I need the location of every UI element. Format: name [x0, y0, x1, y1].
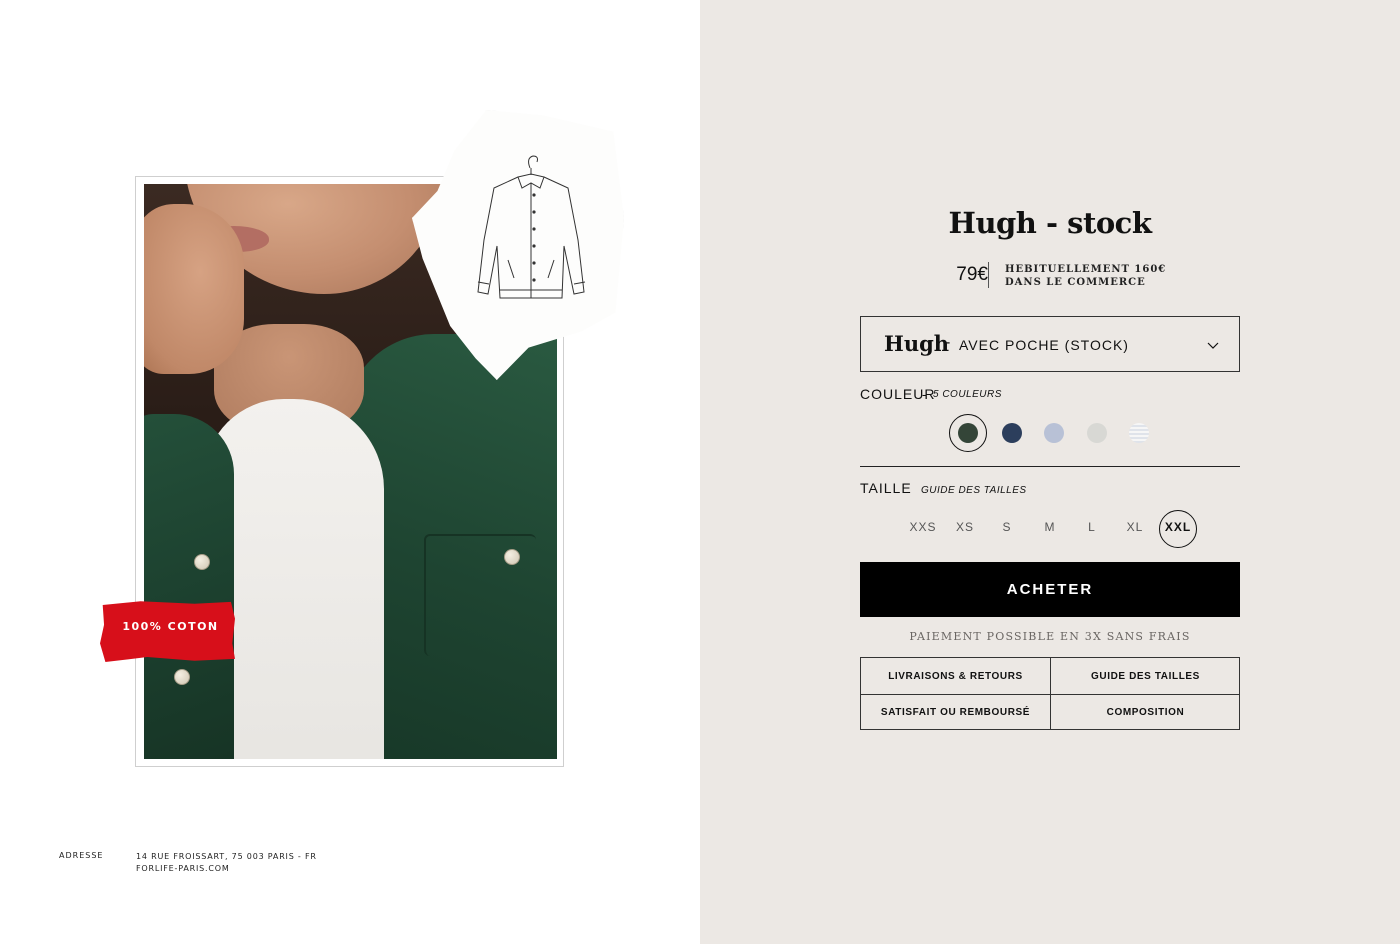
- product-title: Hugh - stock: [948, 206, 1152, 240]
- size-guide-button[interactable]: GUIDE DES TAILLES: [1051, 658, 1240, 694]
- price-divider: [988, 262, 989, 288]
- jacket-button: [174, 669, 190, 685]
- chevron-down-icon: [1207, 337, 1219, 355]
- info-links-grid: LIVRAISONS & RETOURS GUIDE DES TAILLES S…: [860, 657, 1240, 730]
- product-price: 79€: [956, 264, 988, 285]
- color-swatch-navy[interactable]: [1002, 423, 1022, 443]
- color-label-separator: -: [922, 387, 927, 402]
- cotton-badge-label: 100% COTON: [122, 620, 219, 633]
- jacket-left: [144, 414, 234, 759]
- shipping-returns-link[interactable]: LIVRAISONS & RETOURS: [861, 658, 1050, 694]
- footer-address: 14 RUE FROISSART, 75 003 PARIS - FR FORL…: [136, 851, 317, 875]
- size-option-xs[interactable]: XS: [947, 520, 983, 538]
- product-details-panel: Hugh - stock 79€ HEBITUELLEMENT 160€ DAN…: [700, 0, 1400, 944]
- size-option-xxl[interactable]: XXL: [1160, 520, 1196, 538]
- price-comparison-note: HEBITUELLEMENT 160€ DANS LE COMMERCE: [1005, 263, 1205, 289]
- color-swatch-green[interactable]: [958, 423, 978, 443]
- footer-address-line: 14 RUE FROISSART, 75 003 PARIS - FR: [136, 852, 317, 861]
- jacket-button: [504, 549, 520, 565]
- jacket-pocket: [424, 534, 536, 656]
- footer-address-label: ADRESSE: [59, 851, 104, 860]
- price-note-line: HEBITUELLEMENT 160€: [1005, 264, 1167, 275]
- color-swatch-striped[interactable]: [1129, 423, 1149, 443]
- footer-website-link[interactable]: FORLIFE-PARIS.COM: [136, 863, 317, 875]
- price-note-line: DANS LE COMMERCE: [1005, 277, 1146, 288]
- size-guide-link[interactable]: GUIDE DES TAILLES: [921, 485, 1027, 496]
- size-label: TAILLE: [860, 480, 912, 496]
- product-image-panel: 100% COTON ADRESSE 14 RUE FROISSART, 75 …: [0, 0, 700, 944]
- composition-link[interactable]: COMPOSITION: [1051, 694, 1240, 730]
- satisfaction-guarantee-link[interactable]: SATISFAIT OU REMBOURSÉ: [861, 694, 1050, 730]
- buy-button[interactable]: ACHETER: [860, 562, 1240, 617]
- size-option-xxs[interactable]: XXS: [905, 520, 941, 538]
- color-count: 5 COULEURS: [933, 389, 1002, 400]
- color-swatch-light-blue[interactable]: [1044, 423, 1064, 443]
- model-variant: AVEC POCHE (STOCK): [959, 337, 1129, 353]
- model-variant-dropdown[interactable]: Hugh - AVEC POCHE (STOCK): [860, 316, 1240, 372]
- size-option-s[interactable]: S: [989, 520, 1025, 538]
- hand: [144, 204, 244, 374]
- size-option-l[interactable]: L: [1074, 520, 1110, 538]
- color-swatch-light-grey[interactable]: [1087, 423, 1107, 443]
- size-option-m[interactable]: M: [1032, 520, 1068, 538]
- section-divider: [860, 466, 1240, 467]
- model-dash: -: [945, 334, 951, 351]
- size-option-xl[interactable]: XL: [1117, 520, 1153, 538]
- jacket-sketch-icon: [477, 155, 586, 299]
- model-name: Hugh: [884, 331, 950, 356]
- jacket-button: [194, 554, 210, 570]
- payment-note: PAIEMENT POSSIBLE EN 3X SANS FRAIS: [909, 630, 1191, 643]
